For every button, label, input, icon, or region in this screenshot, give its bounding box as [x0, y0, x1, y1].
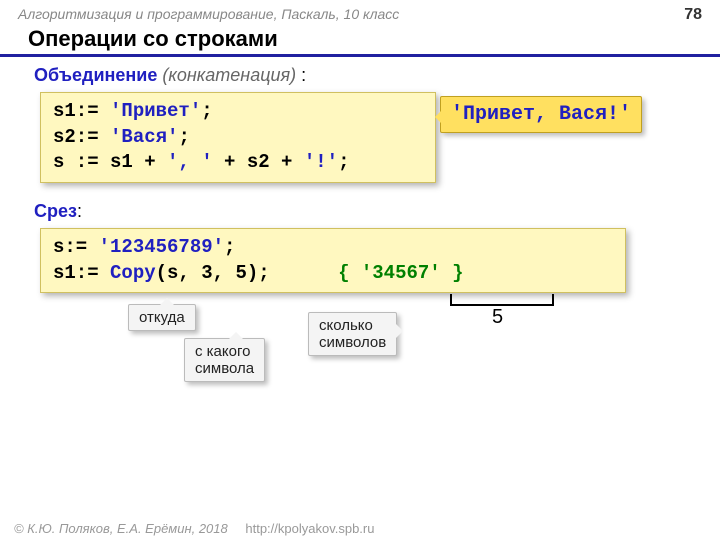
note-from-char: с какого символа	[184, 338, 265, 383]
footer: © К.Ю. Поляков, Е.А. Ерёмин, 2018 http:/…	[14, 521, 374, 536]
code-box-slice: s:= '123456789'; s1:= Copy(s, 3, 5); { '…	[40, 228, 626, 293]
section2-blue: Срез	[34, 201, 77, 221]
course-label: Алгоритмизация и программирование, Паска…	[18, 6, 399, 24]
bracket-label: 5	[492, 306, 503, 329]
section1-gray: (конкатенация)	[162, 65, 296, 85]
header: Алгоритмизация и программирование, Паска…	[0, 0, 720, 26]
page-title: Операции со строками	[0, 26, 720, 57]
section2-tail: :	[77, 201, 82, 221]
section2-label: Срез:	[0, 199, 720, 226]
copyright: © К.Ю. Поляков, Е.А. Ерёмин, 2018	[14, 521, 228, 536]
section1-blue: Объединение	[34, 65, 157, 85]
note-whence: откуда	[128, 304, 196, 331]
code-line: s2:= 'Вася';	[53, 125, 423, 151]
note-how-many: сколько символов	[308, 312, 397, 357]
footer-url: http://kpolyakov.spb.ru	[245, 521, 374, 536]
code-line: s:= '123456789';	[53, 235, 613, 261]
bracket	[450, 294, 554, 306]
code-line: s1:= Copy(s, 3, 5); { '34567' }	[53, 261, 613, 287]
code-line: s := s1 + ', ' + s2 + '!';	[53, 150, 423, 176]
page-number: 78	[684, 6, 702, 24]
section1-tail: :	[296, 65, 306, 85]
code-box-concat: s1:= 'Привет'; s2:= 'Вася'; s := s1 + ',…	[40, 92, 436, 183]
result-callout: 'Привет, Вася!'	[440, 96, 642, 133]
section1-label: Объединение (конкатенация) :	[0, 63, 720, 90]
code-line: s1:= 'Привет';	[53, 99, 423, 125]
